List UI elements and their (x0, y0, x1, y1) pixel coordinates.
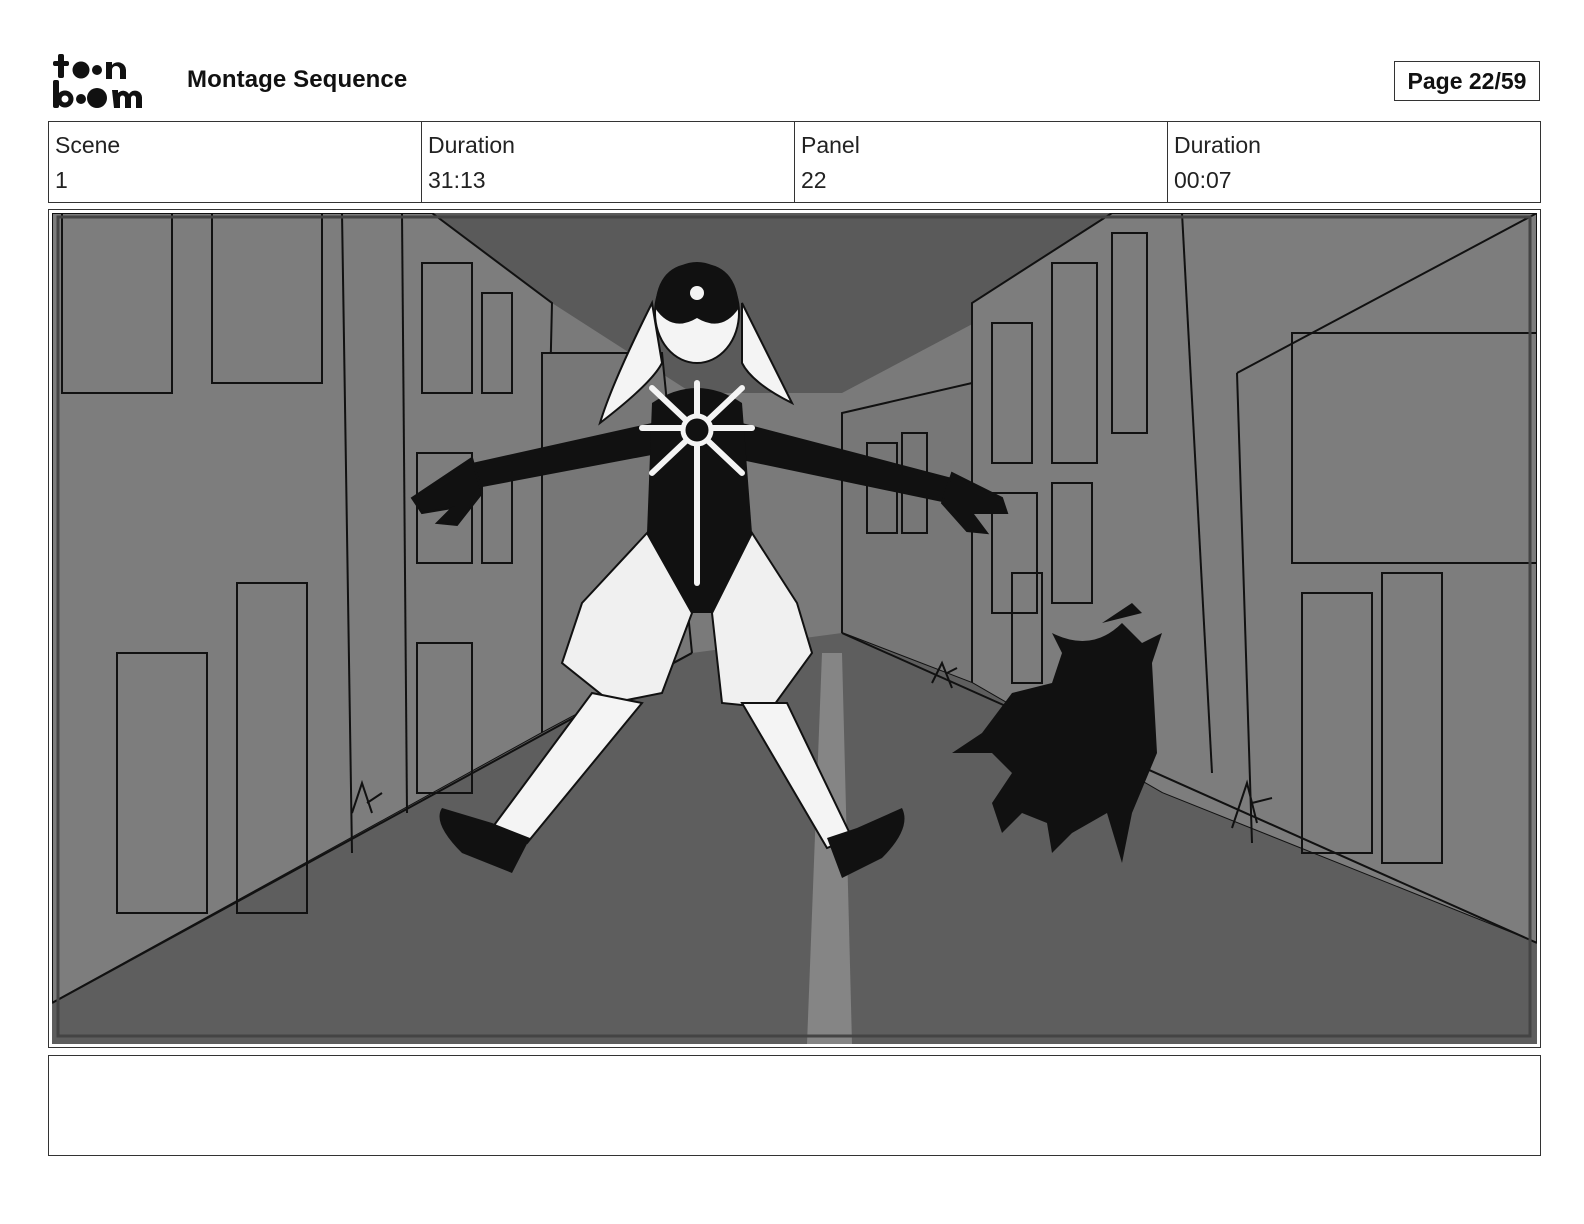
storyboard-drawing-icon (52, 213, 1537, 1044)
scene-label: Scene (55, 132, 121, 158)
panel-cell: Panel 22 (795, 122, 1168, 202)
document-title: Montage Sequence (187, 66, 408, 93)
scene-cell: Scene 1 (49, 122, 422, 202)
scene-duration-value: 31:13 (428, 167, 486, 193)
panel-duration-cell: Duration 00:07 (1168, 122, 1540, 202)
scene-duration-label: Duration (428, 132, 515, 158)
panel-duration-label: Duration (1174, 132, 1261, 158)
scene-info-table: Scene 1 Duration 31:13 Panel 22 Duration… (48, 121, 1541, 203)
scene-duration-cell: Duration 31:13 (422, 122, 795, 202)
scene-value: 1 (55, 167, 68, 193)
panel-label: Panel (801, 132, 860, 158)
toon-boom-logo (53, 54, 143, 108)
panel-value: 22 (801, 167, 827, 193)
panel-notes-box[interactable] (48, 1055, 1541, 1156)
storyboard-panel (48, 209, 1541, 1048)
panel-duration-value: 00:07 (1174, 167, 1232, 193)
page-number: Page 22/59 (1394, 61, 1540, 101)
